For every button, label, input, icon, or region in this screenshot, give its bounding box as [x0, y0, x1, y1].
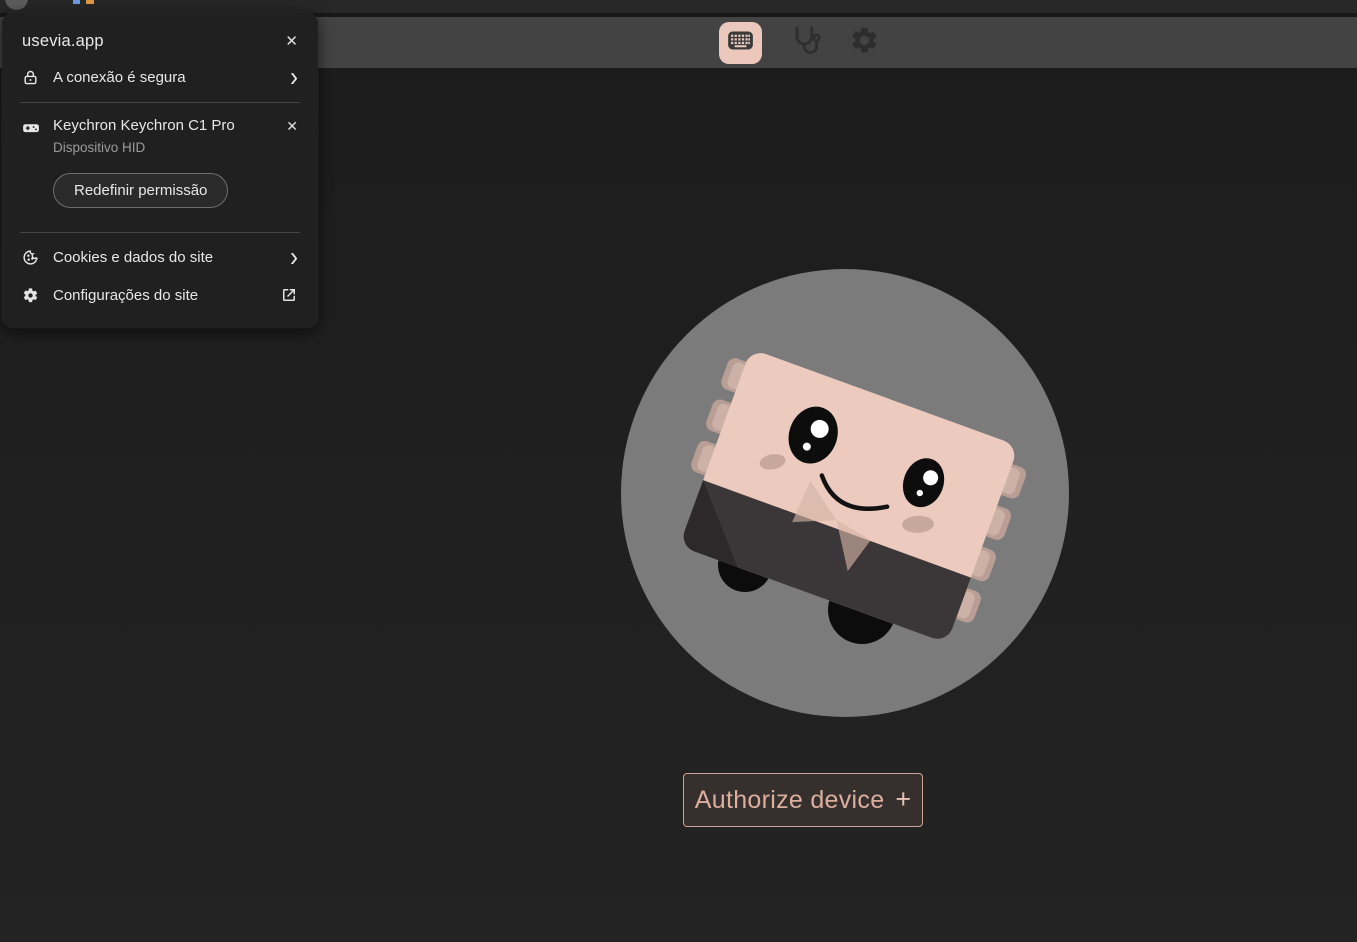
screen: Authorize device + usevia.app ✕ A conexã…	[0, 0, 1357, 942]
url-text-fragment	[86, 0, 94, 4]
device-row: Keychron Keychron C1 Pro ✕	[22, 117, 298, 137]
hid-device-icon	[22, 119, 40, 137]
close-icon[interactable]: ✕	[285, 34, 298, 49]
remove-device-icon[interactable]: ✕	[286, 119, 298, 133]
popup-header: usevia.app ✕	[2, 32, 318, 51]
device-permission-section: Keychron Keychron C1 Pro ✕ Dispositivo H…	[2, 109, 318, 226]
tab-debug[interactable]	[789, 27, 821, 59]
cookie-icon	[22, 249, 39, 266]
gear-icon	[849, 25, 880, 61]
popup-title: usevia.app	[22, 32, 104, 51]
keyboard-mascot-illustration	[620, 268, 1070, 718]
site-settings-label: Configurações do site	[53, 287, 198, 304]
connection-secure-row[interactable]: A conexão é segura ›	[2, 59, 318, 96]
device-subtitle: Dispositivo HID	[53, 140, 298, 155]
cookies-row[interactable]: Cookies e dados do site ›	[2, 239, 318, 276]
site-settings-row[interactable]: Configurações do site	[2, 276, 318, 314]
page-info-popup: usevia.app ✕ A conexão é segura ›	[2, 12, 318, 328]
device-name: Keychron Keychron C1 Pro	[53, 117, 235, 134]
chevron-right-icon: ›	[290, 69, 298, 85]
external-link-icon	[280, 286, 298, 304]
lock-icon	[22, 69, 39, 86]
chevron-right-icon: ›	[290, 249, 298, 265]
authorize-device-label: Authorize device	[695, 786, 885, 815]
authorize-device-button[interactable]: Authorize device +	[683, 773, 923, 827]
connection-secure-label: A conexão é segura	[53, 69, 186, 86]
gear-icon	[22, 287, 39, 304]
divider	[20, 102, 300, 103]
site-info-icon[interactable]	[5, 0, 28, 10]
divider	[20, 232, 300, 233]
tab-configure[interactable]	[719, 22, 762, 64]
keyboard-icon	[727, 27, 754, 59]
cookies-label: Cookies e dados do site	[53, 249, 213, 266]
stethoscope-icon	[789, 24, 821, 61]
plus-icon: +	[895, 786, 911, 813]
url-text-fragment	[73, 0, 80, 4]
reset-permission-button[interactable]: Redefinir permissão	[53, 173, 228, 208]
tab-settings[interactable]	[848, 27, 880, 59]
via-nav-tabs	[719, 22, 880, 64]
